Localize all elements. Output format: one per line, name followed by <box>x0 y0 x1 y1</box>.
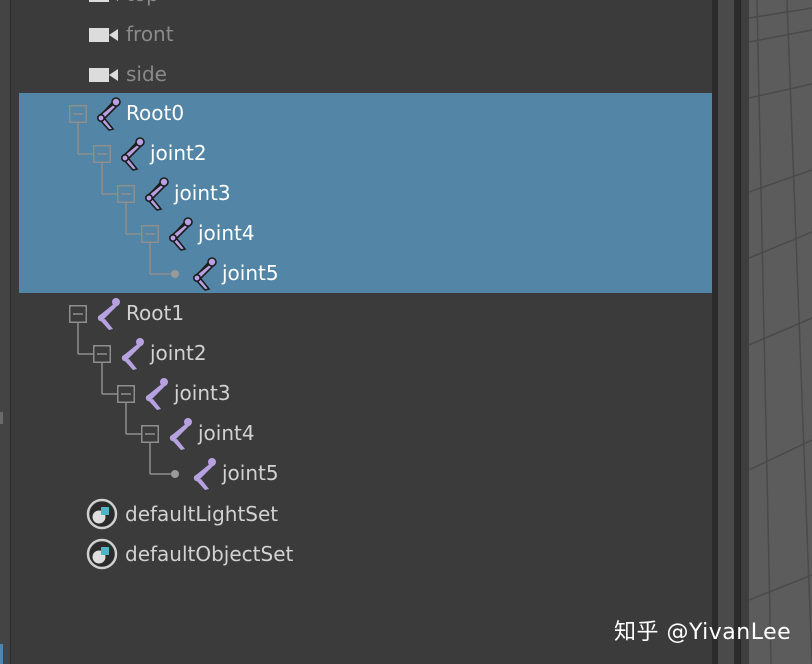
outliner-item-label: joint5 <box>222 261 279 285</box>
outliner-item-joint[interactable]: joint3 <box>19 173 712 213</box>
outliner-scrollbar[interactable] <box>712 0 740 664</box>
joint-icon <box>97 97 121 131</box>
joint-icon <box>121 338 144 370</box>
outliner-item-label: Root0 <box>126 101 185 125</box>
collapse-toggle-icon[interactable] <box>141 425 159 443</box>
collapse-toggle-icon[interactable] <box>93 145 111 163</box>
collapse-toggle-icon[interactable] <box>117 185 135 203</box>
tree-connector <box>77 123 79 133</box>
outliner-panel: top front side Root0 joint2 joint3 joint4 jo… <box>11 0 712 664</box>
collapse-toggle-icon[interactable] <box>141 225 159 243</box>
outliner-item-label: joint3 <box>174 381 231 405</box>
joint-icon <box>145 378 168 410</box>
joint-icon <box>121 137 145 171</box>
camera-icon <box>89 68 118 82</box>
left-edge-accent <box>0 644 3 664</box>
joint-icon <box>169 418 192 450</box>
outliner-item-label: Root1 <box>126 301 185 325</box>
left-edge-strip <box>0 0 11 664</box>
scrollbar-track[interactable] <box>718 0 734 664</box>
viewport-grid <box>749 0 812 664</box>
outliner-item-joint[interactable]: joint3 <box>19 373 712 413</box>
outliner-item-joint[interactable]: joint5 <box>19 453 712 493</box>
collapse-toggle-icon[interactable] <box>117 385 135 403</box>
zhihu-watermark: 知乎 @YivanLee <box>614 620 792 645</box>
outliner-item-label: top <box>126 0 159 14</box>
outliner-item-label: joint2 <box>150 341 207 365</box>
outliner-item-camera-front[interactable]: front <box>19 14 712 54</box>
joint-icon <box>169 217 193 251</box>
tree-connector <box>149 253 179 278</box>
left-edge-tick <box>0 412 3 424</box>
outliner-item-joint[interactable]: joint2 <box>19 133 712 173</box>
outliner-item-label: defaultObjectSet <box>125 542 294 566</box>
outliner-item-camera-top[interactable]: top <box>19 0 712 14</box>
outliner-item-default-light-set[interactable]: defaultLightSet <box>19 494 712 534</box>
outliner-item-label: joint3 <box>174 181 231 205</box>
outliner-item-joint[interactable]: joint2 <box>19 333 712 373</box>
joint-icon <box>193 458 216 490</box>
tree-connector <box>149 453 179 478</box>
outliner-item-camera-side[interactable]: side <box>19 54 712 94</box>
tree-connector <box>125 213 151 253</box>
tree-connector <box>77 323 79 333</box>
outliner-item-label: joint5 <box>222 461 279 485</box>
joint-icon <box>97 298 120 330</box>
camera-icon <box>89 28 118 42</box>
outliner-item-label: joint4 <box>198 421 255 445</box>
collapse-toggle-icon[interactable] <box>93 345 111 363</box>
outliner-item-joint[interactable]: Root1 <box>19 293 712 333</box>
collapse-toggle-icon[interactable] <box>69 105 87 123</box>
joint-icon <box>193 257 217 291</box>
outliner-item-default-object-set[interactable]: defaultObjectSet <box>19 534 712 574</box>
tree-connector <box>125 413 151 453</box>
object-set-icon <box>86 498 118 530</box>
outliner-item-label: defaultLightSet <box>125 502 279 526</box>
camera-icon <box>89 0 118 2</box>
outliner-item-joint[interactable]: Root0 <box>19 93 712 133</box>
outliner-item-label: front <box>126 22 174 46</box>
outliner-item-label: joint2 <box>150 141 207 165</box>
maya-outliner-window: top front side Root0 joint2 joint3 joint4 jo… <box>0 0 812 664</box>
outliner-item-joint[interactable]: joint5 <box>19 253 712 293</box>
collapse-toggle-icon[interactable] <box>69 305 87 323</box>
joint-icon <box>145 177 169 211</box>
object-set-icon <box>86 538 118 570</box>
outliner-item-label: side <box>126 62 167 86</box>
outliner-item-joint[interactable]: joint4 <box>19 213 712 253</box>
outliner-item-joint[interactable]: joint4 <box>19 413 712 453</box>
outliner-item-label: joint4 <box>198 221 255 245</box>
viewport-panel[interactable] <box>749 0 812 664</box>
